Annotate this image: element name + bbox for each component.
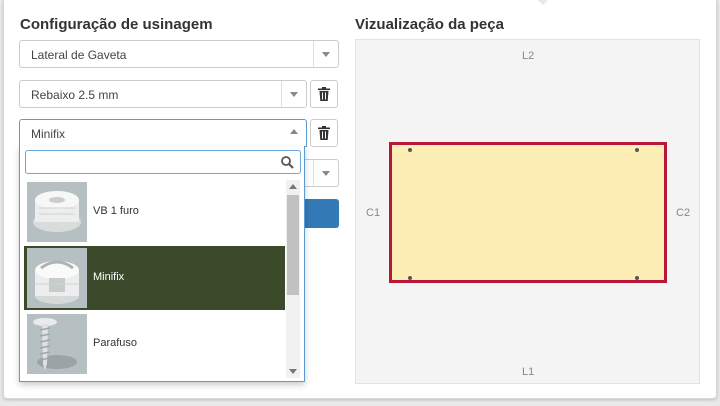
dropdown-options: VB 1 furo Minifix Parafuso xyxy=(24,180,285,378)
cam-connector-image xyxy=(27,182,87,242)
machining-select-3-partial[interactable] xyxy=(299,159,339,187)
machining-2-value: Minifix xyxy=(31,127,66,141)
chevron-down-icon[interactable] xyxy=(313,160,338,186)
add-machining-button[interactable] xyxy=(304,199,339,228)
machining-select-1[interactable]: Rebaixo 2.5 mm xyxy=(19,80,307,108)
delete-machining-2-button[interactable] xyxy=(310,119,338,147)
preview-title: Vizualização da peça xyxy=(355,16,504,33)
option-label: Minifix xyxy=(93,271,125,283)
option-label: VB 1 furo xyxy=(93,205,139,217)
option-label: Parafuso xyxy=(93,337,138,349)
minifix-image xyxy=(27,248,87,308)
hole-marker xyxy=(635,148,639,152)
option-vb-1-furo[interactable]: VB 1 furo xyxy=(24,180,285,244)
delete-machining-1-button[interactable] xyxy=(310,80,338,108)
scroll-down-icon[interactable] xyxy=(289,369,297,374)
edge-label-left: C1 xyxy=(366,207,381,219)
scrollbar-thumb[interactable] xyxy=(287,195,299,295)
config-title: Configuração de usinagem xyxy=(20,16,213,33)
search-icon xyxy=(281,156,294,169)
chevron-up-icon[interactable] xyxy=(282,120,306,146)
piece-type-value: Lateral de Gaveta xyxy=(31,48,127,62)
edge-label-right: C2 xyxy=(676,207,691,219)
trash-icon xyxy=(318,87,330,101)
machining-dropdown: VB 1 furo Minifix Parafuso xyxy=(19,146,305,382)
dropdown-search-input[interactable] xyxy=(25,150,301,174)
screw-image xyxy=(27,314,87,374)
option-parafuso[interactable]: Parafuso xyxy=(24,312,285,376)
scroll-up-icon[interactable] xyxy=(289,184,297,189)
machining-1-value: Rebaixo 2.5 mm xyxy=(31,88,119,102)
trash-icon xyxy=(318,126,330,140)
piece-shape xyxy=(389,142,667,283)
piece-type-select[interactable]: Lateral de Gaveta xyxy=(19,40,339,68)
piece-preview: L2 L1 C1 C2 xyxy=(355,39,700,384)
hole-marker xyxy=(408,148,412,152)
option-minifix[interactable]: Minifix xyxy=(24,246,285,310)
chevron-down-icon[interactable] xyxy=(313,41,338,67)
machining-select-2[interactable]: Minifix xyxy=(19,119,307,147)
edge-label-bottom: L1 xyxy=(522,366,535,378)
edge-label-top: L2 xyxy=(522,50,535,62)
hole-marker xyxy=(408,276,412,280)
chevron-down-icon[interactable] xyxy=(281,81,306,107)
popover-arrow xyxy=(538,0,548,5)
hole-marker xyxy=(635,276,639,280)
dropdown-scrollbar[interactable] xyxy=(286,180,300,378)
